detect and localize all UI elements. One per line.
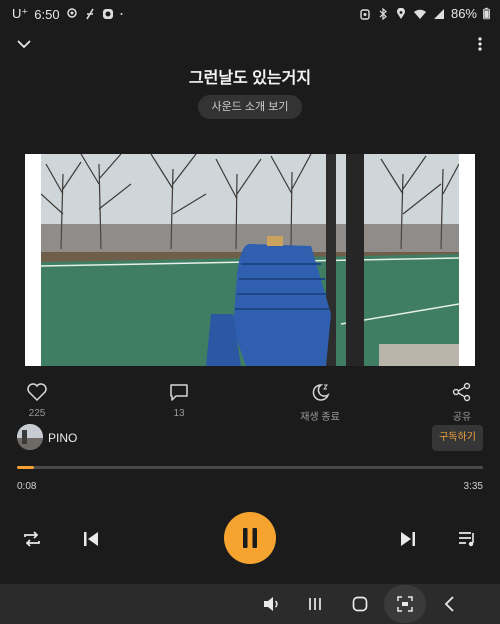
home-icon[interactable] [350,594,370,614]
playlist-icon[interactable] [456,528,478,550]
status-bar: U⁺ 6:50 86% [0,0,500,30]
progress-bar[interactable] [17,466,483,469]
more-options-icon[interactable] [476,36,484,52]
location-icon [66,8,77,18]
progress-fill [17,466,35,469]
share-icon [452,382,471,402]
current-time: 0:08 [17,481,37,492]
album-cover [25,154,475,366]
clock: 6:50 [34,6,60,22]
share-label: 공유 [452,412,472,423]
alarm-icon [360,8,370,20]
sleep-timer-label: 재생 종료 [300,412,340,423]
next-track-icon[interactable] [397,528,419,550]
pause-button[interactable] [224,512,276,564]
pause-icon [243,528,257,548]
channel-avatar[interactable] [17,424,43,450]
subscribe-button[interactable]: 구독하기 [432,425,483,451]
repeat-icon[interactable] [21,528,43,550]
comment-count: 13 [173,408,185,419]
battery-percent: 86% [450,6,477,21]
ev-icon [85,8,94,20]
track-title: 그런날도 있는거지 [188,70,312,87]
back-icon[interactable] [440,594,460,614]
sound-intro-button[interactable]: 사운드 소개 보기 [198,95,302,119]
recent-apps-icon[interactable] [305,594,325,614]
like-action[interactable]: 225 [7,382,67,419]
sleep-timer-action[interactable]: 재생 종료 [290,382,350,423]
avatar-image [17,424,43,450]
bluetooth-icon [379,7,387,20]
volume-icon[interactable] [261,594,281,614]
share-action[interactable]: 공유 [432,382,492,423]
wifi-icon [413,9,426,19]
heart-icon [27,383,47,402]
like-count: 225 [28,408,46,419]
comment-action[interactable]: 13 [149,382,209,419]
comment-icon [170,384,188,401]
total-time: 3:35 [463,481,483,492]
carrier-label: U⁺ [12,6,29,21]
collapse-chevron-down-icon[interactable] [14,36,34,52]
battery-icon [483,7,490,20]
notification-dot-icon [120,13,123,15]
channel-name[interactable]: PINO [48,431,77,445]
status-right: 86% [359,6,490,21]
app-icon [102,9,113,19]
status-left: U⁺ 6:50 [12,6,126,22]
moon-icon [312,384,330,401]
cover-photo [41,154,459,366]
location-icon [396,7,405,19]
screen-capture-icon[interactable] [395,594,415,614]
previous-track-icon[interactable] [80,528,102,550]
signal-icon [433,8,444,19]
